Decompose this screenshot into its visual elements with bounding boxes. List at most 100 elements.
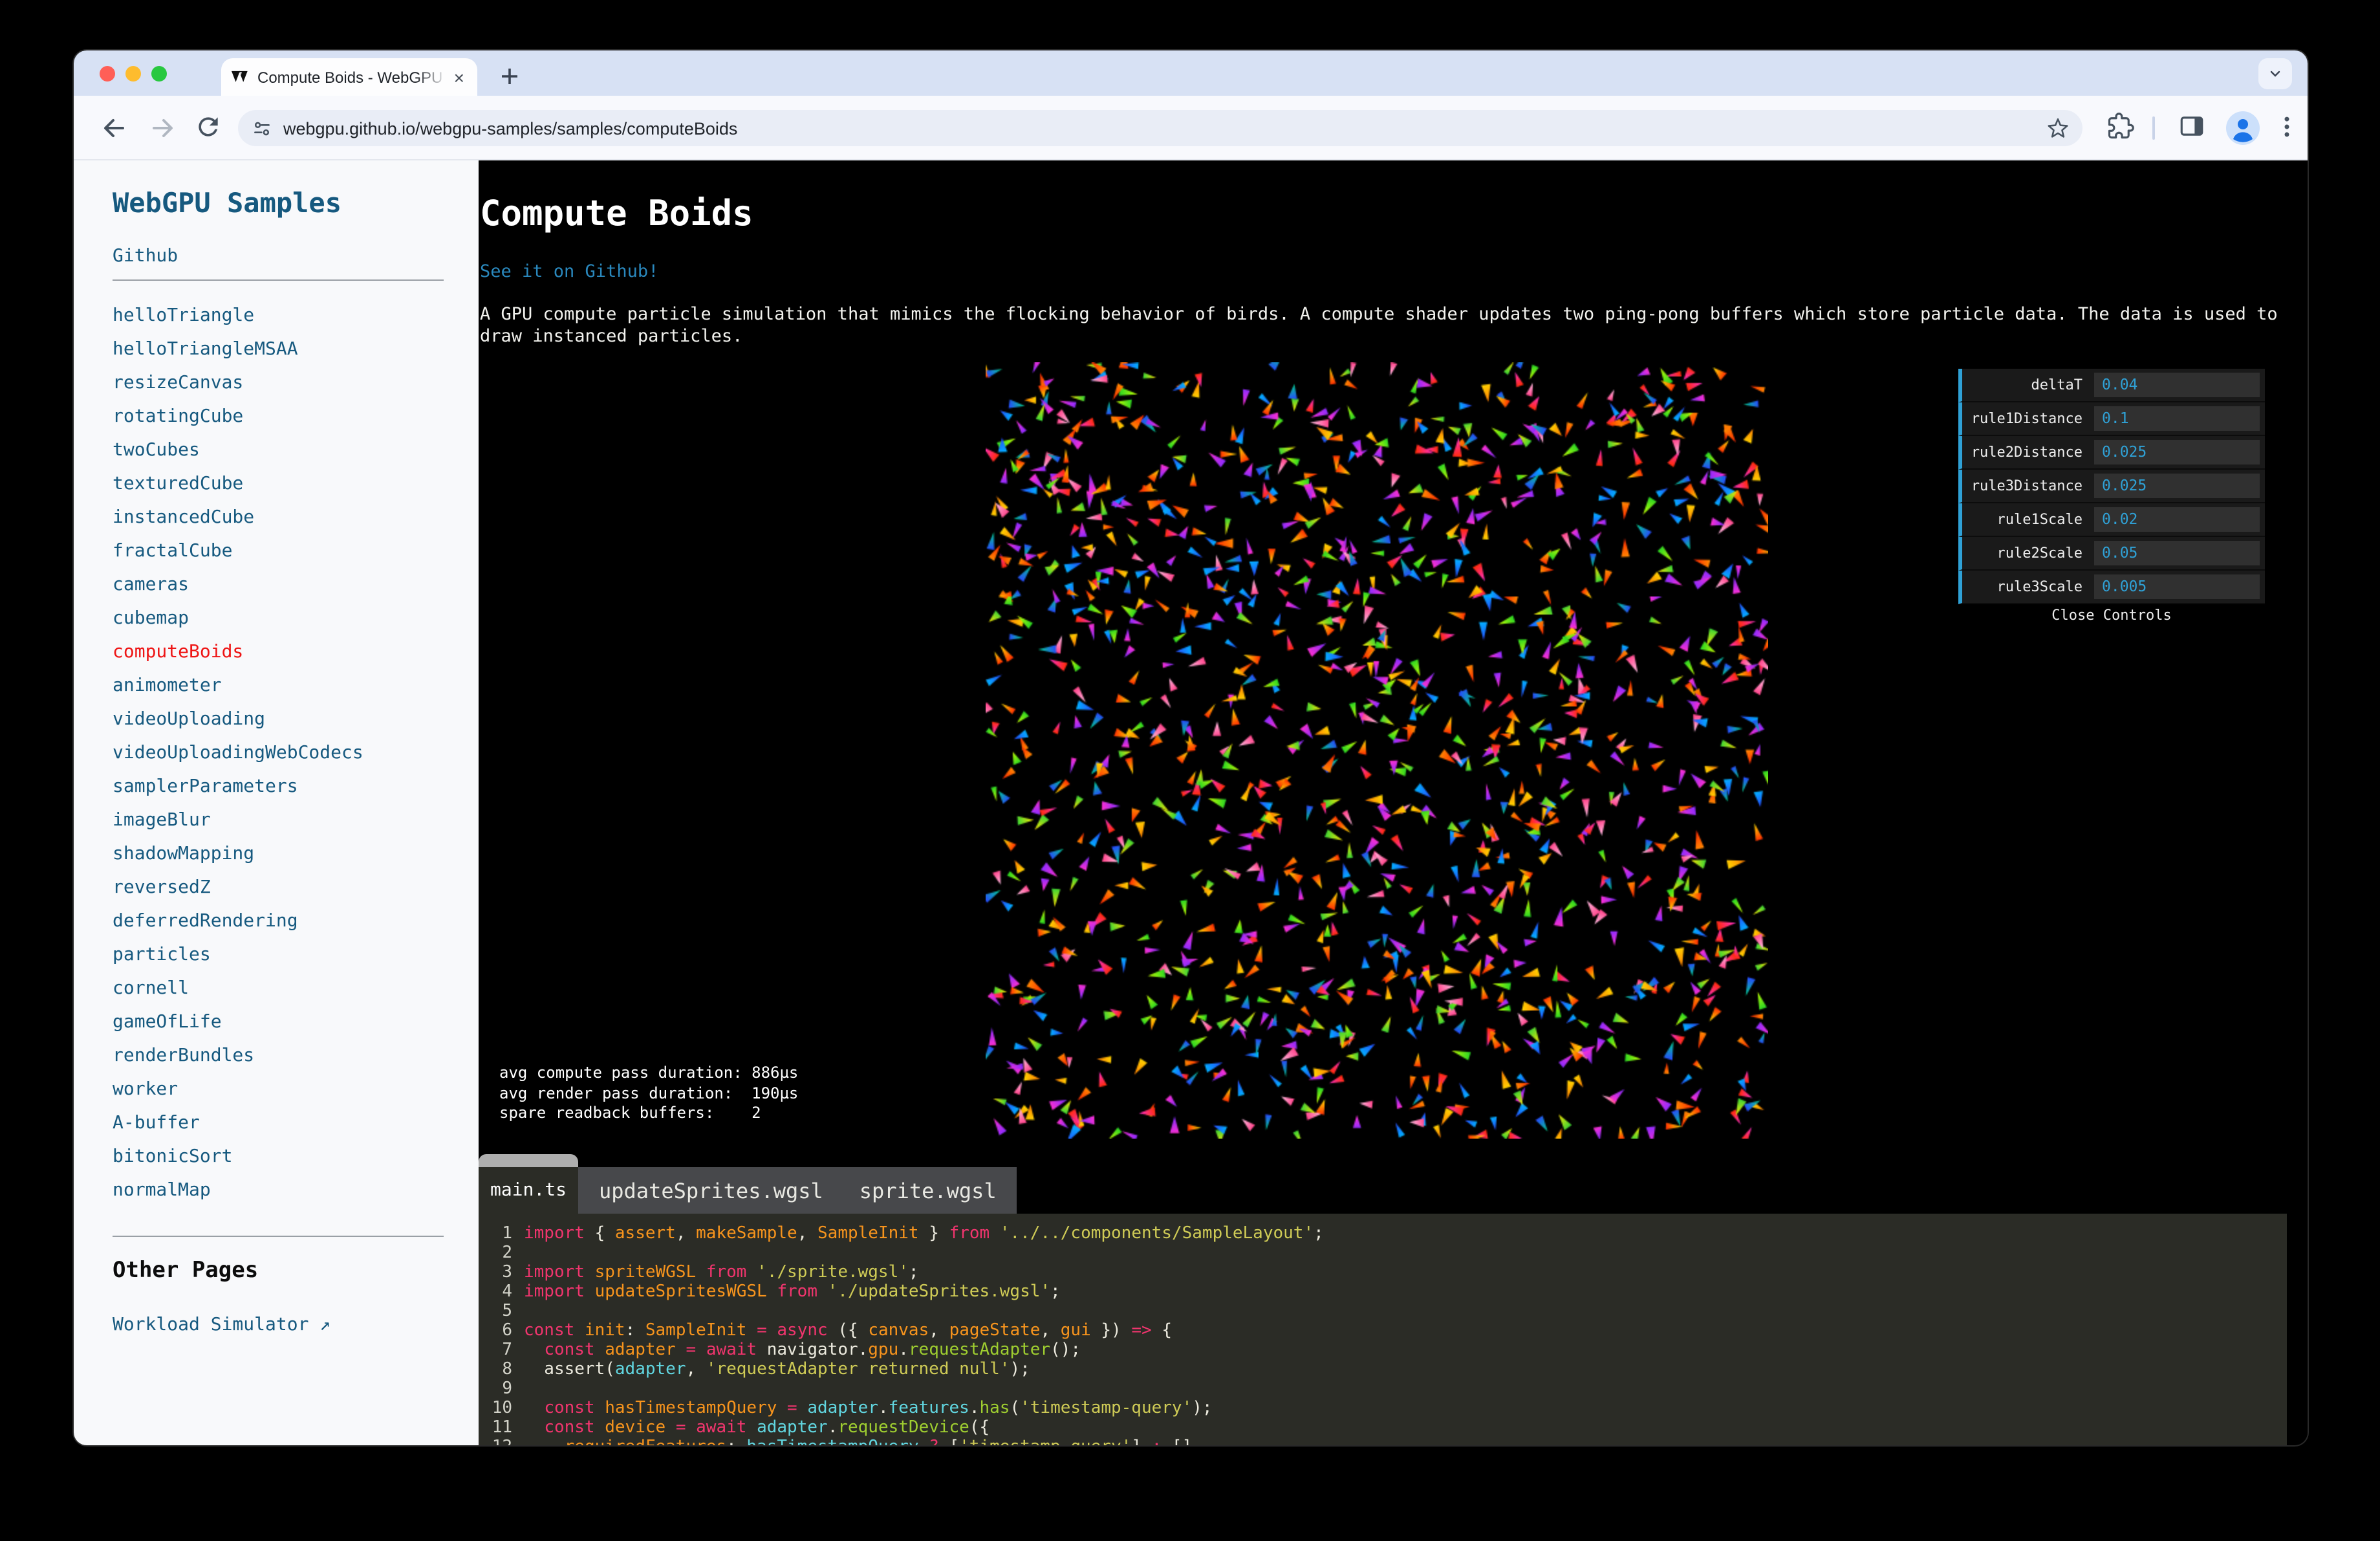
forward-button[interactable]: [147, 113, 178, 144]
site-settings-icon[interactable]: [251, 117, 273, 139]
screenshot-stage: Compute Boids - WebGPU S × webgpu.github…: [0, 0, 2380, 1541]
sidebar-item-videoUploadingWebCodecs[interactable]: videoUploadingWebCodecs: [113, 743, 363, 763]
gui-label-deltaT: deltaT: [2031, 377, 2083, 393]
gui-label-rule2Scale: rule2Scale: [1996, 545, 2082, 562]
sidebar-github-link[interactable]: Github: [113, 246, 178, 267]
sidebar-item-helloTriangleMSAA[interactable]: helloTriangleMSAA: [113, 339, 298, 360]
bookmark-star-icon[interactable]: [2046, 116, 2070, 140]
code-line-7: 7 const adapter = await navigator.gpu.re…: [502, 1340, 1081, 1360]
gui-value-rule2Distance[interactable]: 0.025: [2094, 440, 2260, 464]
tab-close-icon[interactable]: ×: [451, 68, 467, 86]
list-item: shadowMapping: [113, 836, 363, 869]
gui-value-rule3Scale[interactable]: 0.005: [2094, 574, 2260, 599]
menu-kebab-icon[interactable]: [2273, 113, 2304, 144]
sidebar-item-particles[interactable]: particles: [113, 945, 211, 965]
toolbar-divider: [2152, 116, 2155, 140]
sidebar-item-reversedZ[interactable]: reversedZ: [113, 877, 211, 898]
sidebar-item-twoCubes[interactable]: twoCubes: [113, 440, 200, 461]
omnibox[interactable]: webgpu.github.io/webgpu-samples/samples/…: [238, 110, 2082, 146]
minimize-window-button[interactable]: [125, 65, 141, 81]
zoom-window-button[interactable]: [151, 65, 167, 81]
list-item: texturedCube: [113, 466, 363, 499]
list-item: cornell: [113, 970, 363, 1004]
sidebar-item-cubemap[interactable]: cubemap: [113, 608, 189, 629]
sample-description: A GPU compute particle simulation that m…: [480, 304, 2278, 346]
sidebar-item-computeBoids[interactable]: computeBoids: [113, 642, 243, 662]
other-pages-heading: Other Pages: [113, 1258, 259, 1284]
list-item: samplerParameters: [113, 769, 363, 802]
list-item: imageBlur: [113, 802, 363, 836]
code-line-5: 5: [502, 1302, 512, 1321]
browser-window: Compute Boids - WebGPU S × webgpu.github…: [74, 50, 2308, 1445]
gui-row-deltaT: deltaT 0.04: [1958, 369, 2265, 402]
dat-gui-panel: deltaT 0.04 rule1Distance 0.1 rule2Distance 0…: [1958, 369, 2265, 626]
gui-value-rule1Distance[interactable]: 0.1: [2094, 406, 2260, 431]
list-item: reversedZ: [113, 869, 363, 903]
sidebar-item-renderBundles[interactable]: renderBundles: [113, 1045, 254, 1066]
code-tab-updateSprites-wgsl[interactable]: updateSprites.wgsl: [599, 1178, 823, 1203]
list-item: computeBoids: [113, 634, 363, 668]
sidebar-item-deferredRendering[interactable]: deferredRendering: [113, 911, 298, 932]
sidebar-item-cornell[interactable]: cornell: [113, 978, 189, 999]
sidebar-item-fractalCube[interactable]: fractalCube: [113, 541, 232, 562]
samples-list: helloTriangle helloTriangleMSAA resizeCanv…: [113, 298, 363, 1206]
sample-main: Compute Boids See it on Github! A GPU co…: [479, 160, 2308, 1445]
close-window-button[interactable]: [100, 65, 115, 81]
gui-label-rule1Scale: rule1Scale: [1996, 511, 2082, 528]
code-line-10: 10 const hasTimestampQuery = adapter.fea…: [492, 1399, 1213, 1418]
sidebar-item-shadowMapping[interactable]: shadowMapping: [113, 844, 254, 864]
side-panel-icon[interactable]: [2178, 113, 2209, 144]
code-line-11: 11 const device = await adapter.requestD…: [492, 1418, 990, 1437]
sidebar-item-A-buffer[interactable]: A-buffer: [113, 1113, 200, 1133]
sidebar-item-helloTriangle[interactable]: helloTriangle: [113, 305, 254, 326]
code-tab-sprite-wgsl[interactable]: sprite.wgsl: [860, 1178, 997, 1203]
gui-label-rule3Scale: rule3Scale: [1996, 578, 2082, 595]
sidebar-item-gameOfLife[interactable]: gameOfLife: [113, 1012, 222, 1033]
boids-canvas: [986, 362, 1768, 1139]
back-button[interactable]: [98, 113, 129, 144]
list-item: worker: [113, 1071, 363, 1105]
list-item: normalMap: [113, 1172, 363, 1206]
code-line-4: 4 import updateSpritesWGSL from './update…: [502, 1282, 1061, 1302]
browser-toolbar: webgpu.github.io/webgpu-samples/samples/…: [74, 96, 2308, 160]
sidebar-item-imageBlur[interactable]: imageBlur: [113, 810, 211, 831]
browser-tabstrip: Compute Boids - WebGPU S ×: [74, 50, 2308, 96]
code-line-12: 12 requiredFeatures: hasTimestampQuery ?…: [479, 1437, 2287, 1445]
sidebar-item-samplerParameters[interactable]: samplerParameters: [113, 776, 298, 797]
list-item: helloTriangleMSAA: [113, 331, 363, 365]
code-tab-main-ts[interactable]: main.ts: [479, 1167, 578, 1214]
sidebar-item-bitonicSort[interactable]: bitonicSort: [113, 1146, 232, 1167]
reload-button[interactable]: [194, 113, 225, 144]
sidebar-item-resizeCanvas[interactable]: resizeCanvas: [113, 373, 243, 393]
sidebar-item-instancedCube[interactable]: instancedCube: [113, 507, 254, 528]
sidebar-item-texturedCube[interactable]: texturedCube: [113, 474, 243, 494]
profile-avatar[interactable]: [2225, 110, 2261, 146]
new-tab-button[interactable]: [494, 61, 525, 92]
sidebar-item-normalMap[interactable]: normalMap: [113, 1180, 211, 1201]
sidebar-divider-2: [113, 1236, 444, 1237]
gui-row-rule3Distance: rule3Distance 0.025: [1958, 470, 2265, 503]
gui-value-rule3Distance[interactable]: 0.025: [2094, 474, 2260, 498]
sidebar-divider: [113, 279, 444, 281]
url-text[interactable]: webgpu.github.io/webgpu-samples/samples/…: [283, 118, 2046, 138]
sidebar-item-rotatingCube[interactable]: rotatingCube: [113, 406, 243, 427]
code-viewer[interactable]: 1 import { assert, makeSample, SampleInit…: [479, 1214, 2287, 1445]
macos-window-controls[interactable]: [100, 65, 167, 81]
site-favicon: [232, 69, 248, 85]
sidebar-item-videoUploading[interactable]: videoUploading: [113, 709, 265, 730]
sidebar-item-animometer[interactable]: animometer: [113, 675, 222, 696]
gui-value-deltaT[interactable]: 0.04: [2094, 373, 2260, 397]
list-item: gameOfLife: [113, 1004, 363, 1038]
workload-simulator-link[interactable]: Workload Simulator ↗: [113, 1315, 330, 1335]
see-on-github-link[interactable]: See it on Github!: [480, 261, 658, 282]
gui-value-rule1Scale[interactable]: 0.02: [2094, 507, 2260, 532]
gui-value-rule2Scale[interactable]: 0.05: [2094, 541, 2260, 565]
code-tabs-inactive: updateSprites.wgsl sprite.wgsl: [578, 1167, 1017, 1214]
sidebar-item-cameras[interactable]: cameras: [113, 574, 189, 595]
gui-close-controls-button[interactable]: Close Controls: [1958, 604, 2265, 626]
gui-row-rule2Distance: rule2Distance 0.025: [1958, 436, 2265, 470]
tab-search-chevron-icon[interactable]: [2258, 58, 2292, 89]
extensions-icon[interactable]: [2107, 113, 2138, 144]
sidebar-item-worker[interactable]: worker: [113, 1079, 178, 1100]
browser-tab[interactable]: Compute Boids - WebGPU S ×: [221, 58, 477, 96]
